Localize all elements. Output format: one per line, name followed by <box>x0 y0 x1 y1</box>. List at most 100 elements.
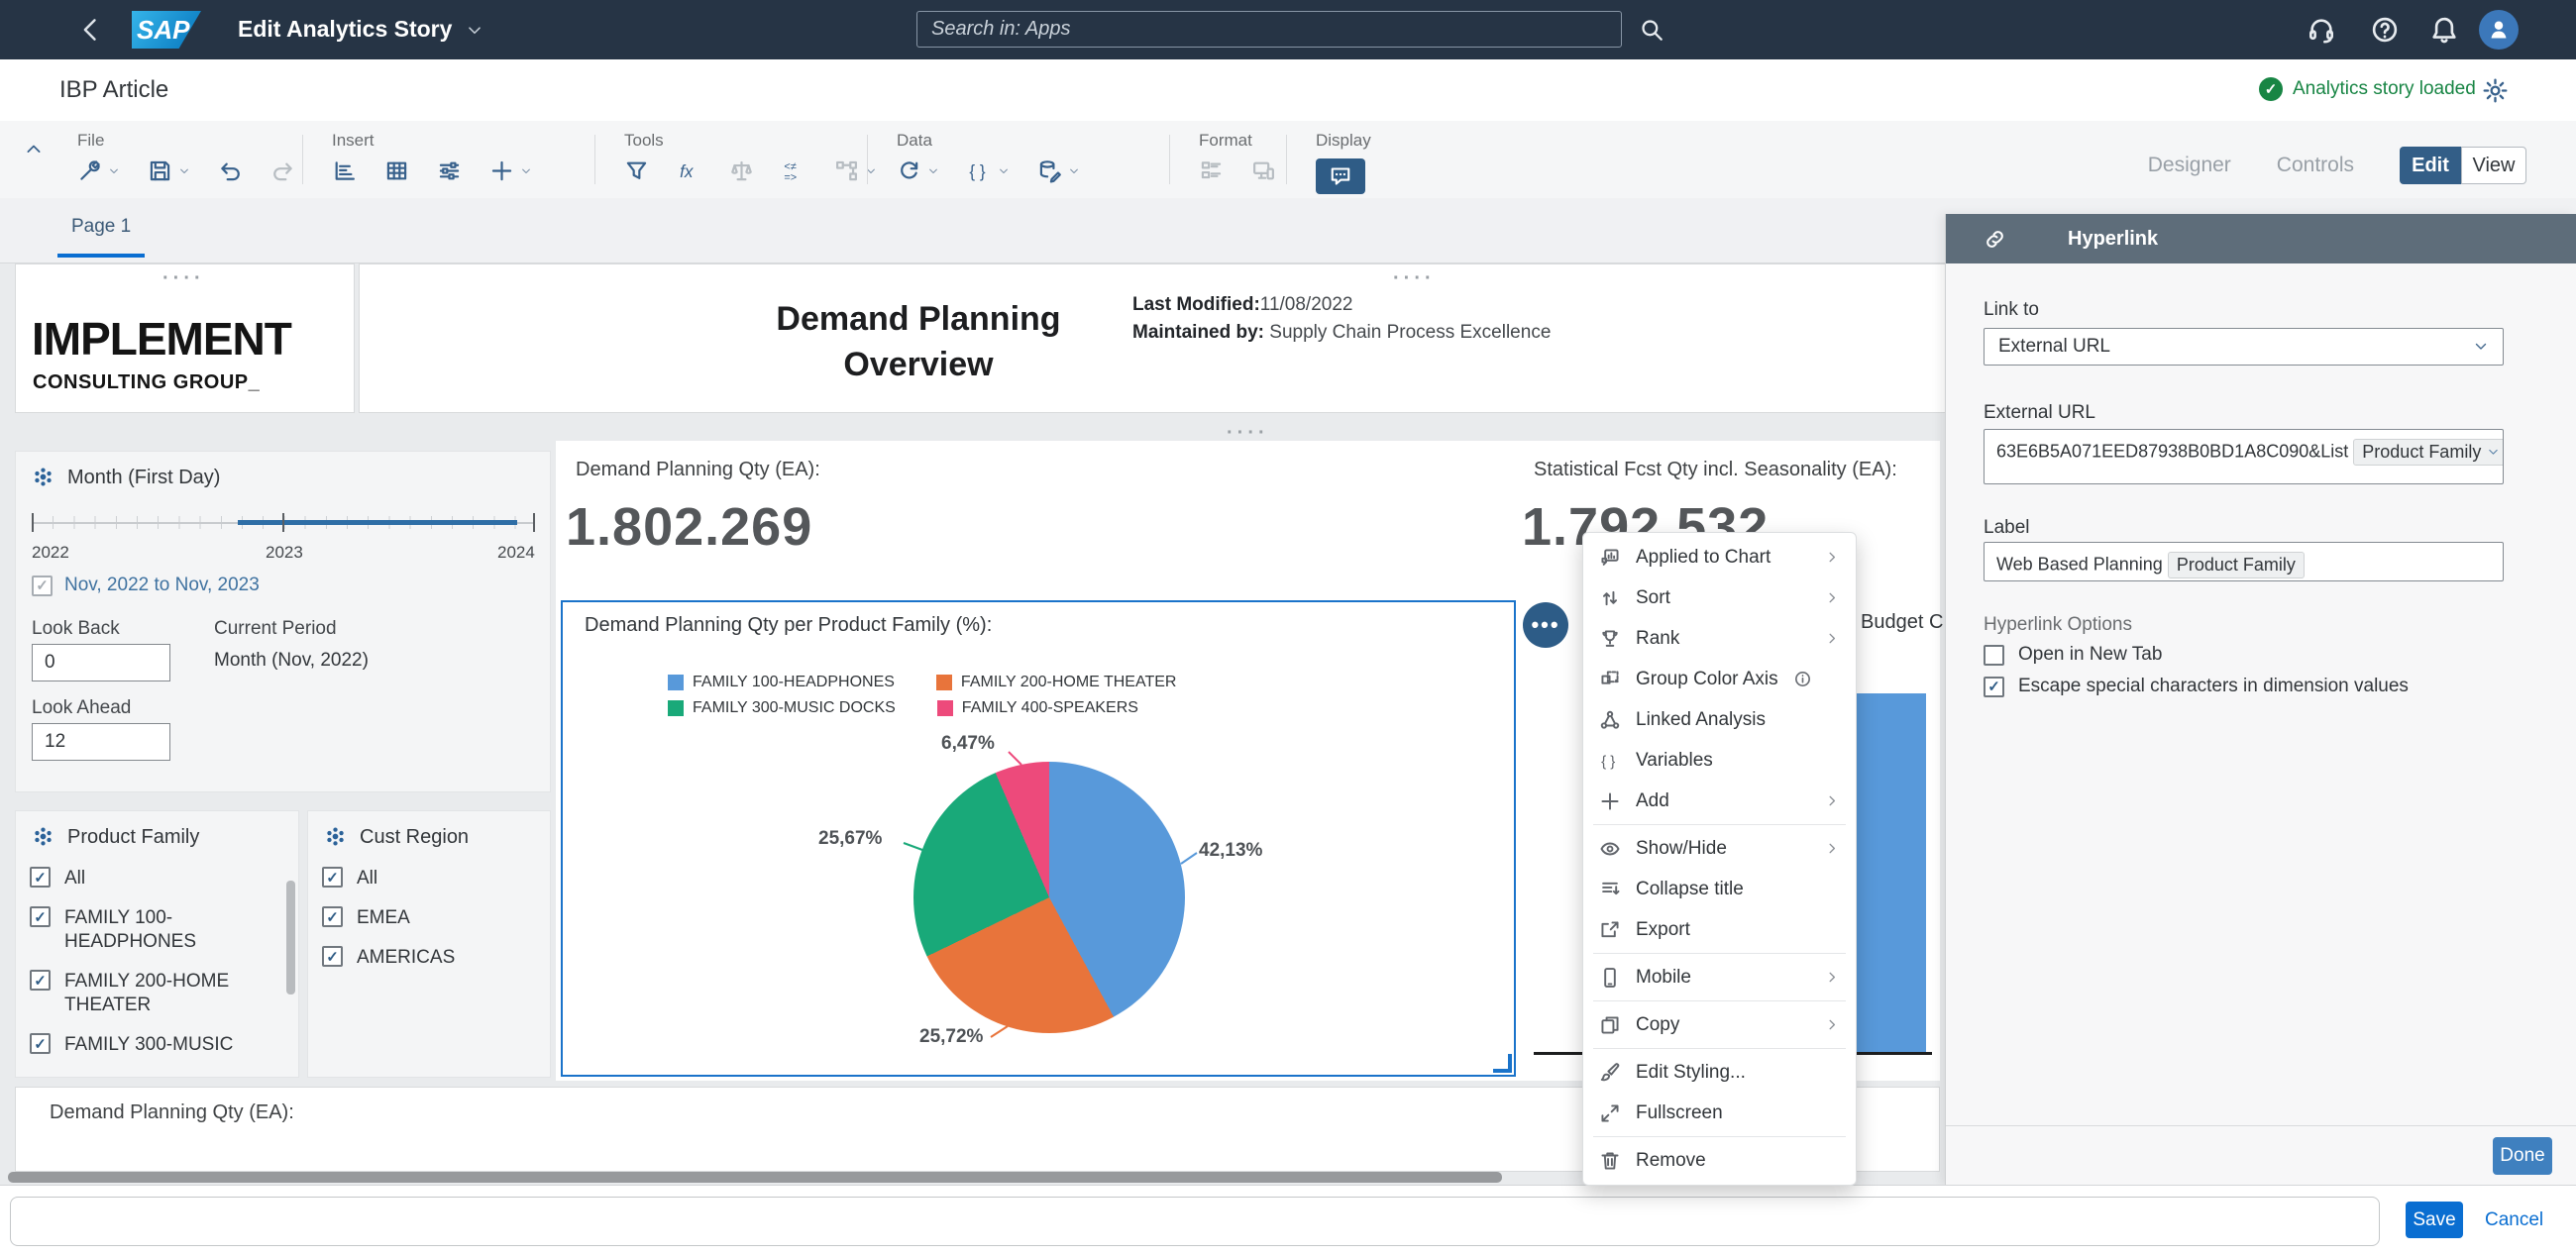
menu-item-export[interactable]: Export <box>1583 909 1856 950</box>
chevron-right-icon <box>1825 970 1840 985</box>
edit-model-button[interactable] <box>1037 158 1080 183</box>
comparison-icon[interactable]: <≠ => <box>782 158 806 183</box>
menu-item-copy[interactable]: Copy <box>1583 1004 1856 1045</box>
filter-item-family-300-music[interactable]: FAMILY 300-MUSIC <box>30 1033 284 1057</box>
comment-mode-button[interactable] <box>1316 158 1365 194</box>
menu-item-mobile[interactable]: Mobile <box>1583 957 1856 997</box>
look-back-input[interactable]: 0 <box>32 644 170 681</box>
insert-chart-icon[interactable] <box>332 158 357 183</box>
edit-toggle-button[interactable]: Edit <box>2400 147 2461 184</box>
label-token[interactable]: Product Family <box>2167 552 2305 578</box>
search-input[interactable]: Search in: Apps <box>916 11 1622 48</box>
format-page-icon[interactable] <box>1199 158 1224 183</box>
support-icon[interactable] <box>2307 15 2336 45</box>
checkbox[interactable] <box>322 867 343 888</box>
menu-item-linked-analysis[interactable]: Linked Analysis <box>1583 699 1856 740</box>
scrollbar[interactable] <box>286 881 295 995</box>
view-toggle-button[interactable]: View <box>2461 147 2526 184</box>
refresh-button[interactable] <box>897 158 939 183</box>
checkbox[interactable] <box>30 906 51 927</box>
variables-button[interactable]: { } <box>967 158 1010 183</box>
menu-item-fullscreen[interactable]: Fullscreen <box>1583 1093 1856 1133</box>
external-url-value: 63E6B5A071EED87938B0BD1A8C090&List <box>1996 441 2349 462</box>
label-input[interactable]: Web Based Planning Product Family <box>1984 542 2504 581</box>
menu-item-edit-styling[interactable]: Edit Styling... <box>1583 1052 1856 1093</box>
pie-chart-widget[interactable]: Demand Planning Qty per Product Family (… <box>561 600 1516 1077</box>
filter-item-family-100-headphones[interactable]: FAMILY 100-HEADPHONES <box>30 906 284 954</box>
legend-item[interactable]: FAMILY 200-HOME THEATER <box>935 674 1176 691</box>
filter-item-emea[interactable]: EMEA <box>322 906 536 930</box>
external-url-input[interactable]: 63E6B5A071EED87938B0BD1A8C090&List Produ… <box>1984 429 2504 484</box>
save-story-button[interactable]: Save <box>2406 1202 2463 1238</box>
menu-item-remove[interactable]: Remove <box>1583 1140 1856 1181</box>
designer-tab[interactable]: Designer <box>2148 154 2231 177</box>
cust-region-filter-widget[interactable]: Cust Region All EMEA AMERICAS <box>307 810 551 1078</box>
back-icon[interactable] <box>77 16 105 44</box>
month-filter-widget[interactable]: Month (First Day) 2022 2023 2024 Nov, 20… <box>15 451 551 792</box>
filter-icon[interactable] <box>624 158 649 183</box>
menu-item-applied-to-chart[interactable]: Applied to Chart <box>1583 537 1856 577</box>
menu-item-group-color-axis[interactable]: Group Color Axis <box>1583 659 1856 699</box>
widget-resize-handle[interactable] <box>1493 1054 1512 1073</box>
menu-item-variables[interactable]: { } Variables <box>1583 740 1856 781</box>
product-family-filter-widget[interactable]: Product Family All FAMILY 100-HEADPHONES F… <box>15 810 299 1078</box>
horizontal-scrollbar[interactable] <box>8 1172 1502 1183</box>
notifications-icon[interactable] <box>2429 15 2459 45</box>
menu-item-collapse-title[interactable]: Collapse title <box>1583 869 1856 909</box>
pie-chart[interactable] <box>913 762 1185 1033</box>
undo-icon[interactable] <box>218 158 243 183</box>
hierarchy-button[interactable] <box>834 158 877 183</box>
open-new-tab-row[interactable]: Open in New Tab <box>1984 644 2162 666</box>
tab-page-1[interactable]: Page 1 <box>57 216 146 258</box>
settings-gear-icon[interactable] <box>2482 77 2509 104</box>
look-ahead-input[interactable]: 12 <box>32 723 170 761</box>
widget-drag-handle[interactable]: ···· <box>1393 267 1436 290</box>
checkbox[interactable] <box>30 970 51 991</box>
menu-item-add[interactable]: Add <box>1583 781 1856 821</box>
checkbox[interactable] <box>30 867 51 888</box>
cancel-button[interactable]: Cancel <box>2485 1209 2543 1231</box>
avatar[interactable] <box>2479 10 2519 50</box>
filter-item-americas[interactable]: AMERICAS <box>322 946 536 970</box>
search-icon[interactable] <box>1639 17 1664 43</box>
range-checkbox[interactable] <box>32 575 53 596</box>
filter-item-family-200-home-theater[interactable]: FAMILY 200-HOME THEATER <box>30 970 284 1017</box>
month-range-row[interactable]: Nov, 2022 to Nov, 2023 <box>32 575 260 596</box>
filter-item-all[interactable]: All <box>322 867 536 890</box>
checkbox[interactable] <box>322 906 343 927</box>
done-button[interactable]: Done <box>2493 1137 2552 1175</box>
checkbox[interactable] <box>322 946 343 967</box>
scales-icon[interactable] <box>729 158 754 183</box>
slider-selected-range[interactable] <box>238 520 517 525</box>
comment-input[interactable] <box>10 1197 2380 1246</box>
input-controls-icon[interactable] <box>437 158 462 183</box>
shell-title[interactable]: Edit Analytics Story <box>238 16 452 43</box>
formula-icon[interactable]: fx <box>677 158 701 183</box>
link-to-select[interactable]: External URL <box>1984 328 2504 366</box>
bar-chart-bar[interactable] <box>1854 693 1926 1052</box>
menu-item-show-hide[interactable]: Show/Hide <box>1583 828 1856 869</box>
menu-item-rank[interactable]: Rank <box>1583 618 1856 659</box>
insert-table-icon[interactable] <box>384 158 409 183</box>
file-settings-button[interactable] <box>77 158 120 183</box>
controls-tab[interactable]: Controls <box>2277 154 2354 177</box>
escape-chars-checkbox[interactable] <box>1984 676 2004 697</box>
help-icon[interactable] <box>2370 15 2400 45</box>
open-new-tab-checkbox[interactable] <box>1984 644 2004 666</box>
collapse-toolbar-icon[interactable] <box>24 139 44 158</box>
save-button[interactable] <box>148 158 190 183</box>
legend-item[interactable]: FAMILY 400-SPEAKERS <box>936 699 1138 717</box>
menu-item-sort[interactable]: Sort <box>1583 577 1856 618</box>
filter-item-all[interactable]: All <box>30 867 284 890</box>
widget-drag-handle[interactable]: ···· <box>162 267 205 290</box>
shell-title-chevron-icon[interactable] <box>466 22 483 40</box>
external-url-token[interactable]: Product Family <box>2353 439 2503 466</box>
legend-item[interactable]: FAMILY 100-HEADPHONES <box>668 674 895 691</box>
escape-chars-row[interactable]: Escape special characters in dimension v… <box>1984 676 2409 697</box>
legend-item[interactable]: FAMILY 300-MUSIC DOCKS <box>668 699 896 717</box>
insert-more-button[interactable] <box>489 158 532 183</box>
devices-icon[interactable] <box>1251 158 1276 183</box>
checkbox[interactable] <box>30 1033 51 1054</box>
widget-more-actions-button[interactable]: ••• <box>1523 602 1568 648</box>
redo-icon[interactable] <box>270 158 295 183</box>
